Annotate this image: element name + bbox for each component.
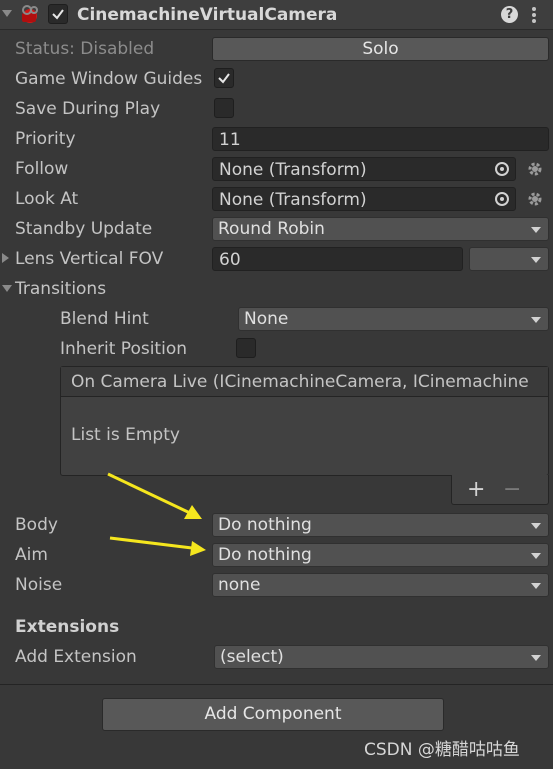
watermark-text: CSDN @糖醋咕咕鱼 bbox=[364, 740, 520, 760]
extensions-title: Extensions bbox=[15, 617, 120, 637]
arrow-to-aim-icon bbox=[109, 536, 206, 556]
add-component-button[interactable]: Add Component bbox=[102, 698, 444, 731]
chevron-down-icon bbox=[531, 655, 541, 661]
add-extension-dropdown[interactable]: (select) bbox=[214, 645, 549, 669]
section-divider bbox=[0, 684, 553, 685]
arrow-to-body-icon bbox=[107, 472, 202, 519]
add-extension-value: (select) bbox=[220, 647, 284, 667]
add-extension-label: Add Extension bbox=[15, 647, 137, 667]
